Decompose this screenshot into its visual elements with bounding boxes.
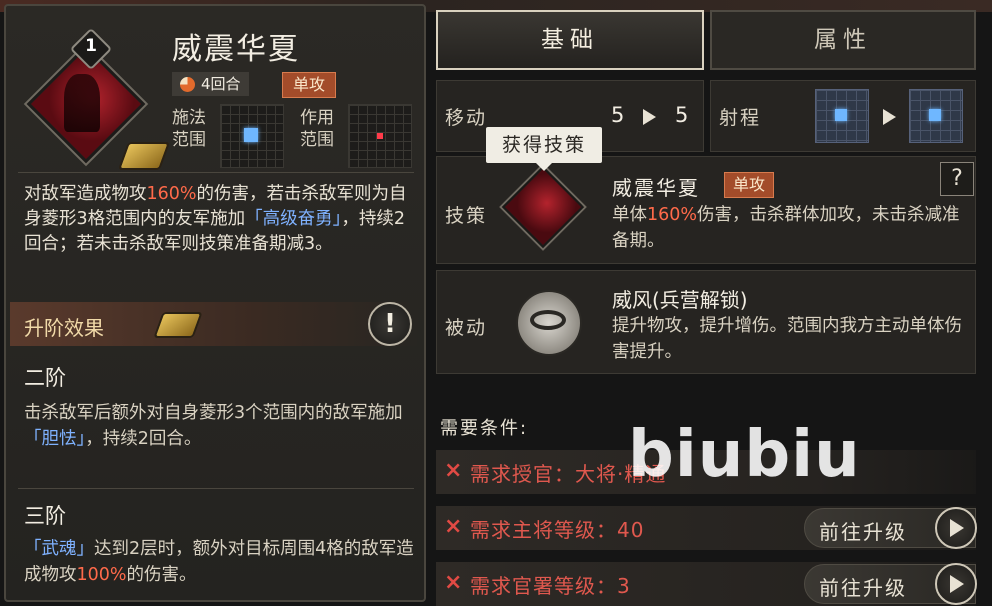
tab-basic[interactable]: 基础 <box>436 10 704 70</box>
strategy-type-badge: 单攻 <box>724 172 775 198</box>
wind-emblem-mark <box>530 310 566 330</box>
buff-link-warsoul[interactable]: 「武魂」 <box>24 539 94 559</box>
tooltip-gain-strategy: 获得技策 <box>486 127 602 171</box>
arrow-right-icon <box>643 109 656 125</box>
divider <box>18 488 414 489</box>
tier2-text: 击杀敌军后额外对自身菱形3个范围内的敌军施加 <box>24 403 403 423</box>
desc-percent: 160% <box>146 184 197 204</box>
unmet-x-icon: × <box>444 570 463 595</box>
buff-link-fear[interactable]: 「胆怯」 <box>24 429 85 449</box>
move-from: 5 <box>611 103 625 127</box>
requirements-title: 需要条件: <box>440 418 529 439</box>
cast-range-cell <box>244 128 258 142</box>
clock-icon <box>180 76 195 92</box>
goto-upgrade-button[interactable]: 前往升级 <box>804 507 977 549</box>
cast-range-grid <box>220 104 284 168</box>
goto-upgrade-button[interactable]: 前往升级 <box>804 563 977 605</box>
divider <box>18 172 414 173</box>
attack-type-badge: 单攻 <box>282 72 337 98</box>
tab-attributes[interactable]: 属性 <box>710 10 976 70</box>
tier3-title: 三阶 <box>24 504 66 528</box>
range-label: 射程 <box>719 107 762 129</box>
arrow-right-icon <box>935 507 977 549</box>
cast-range-label: 施法 范围 <box>172 108 206 150</box>
move-label: 移动 <box>445 107 488 129</box>
strategy-description: 单体160%伤害，击杀群体加攻，未击杀减准备期。 <box>612 202 962 254</box>
strategy-percent: 160% <box>647 205 698 225</box>
passive-label: 被动 <box>445 317 488 339</box>
arrow-right-icon <box>883 109 896 125</box>
level-number: 1 <box>85 36 97 56</box>
cloud-ornament-icon <box>117 142 171 170</box>
rounds-badge: 4回合 <box>172 72 249 96</box>
info-button[interactable]: ! <box>368 302 412 346</box>
range-grid-before <box>815 89 869 143</box>
watermark: biubiu <box>628 418 861 492</box>
range-cell <box>835 109 847 121</box>
tier3-percent: 100% <box>76 565 127 585</box>
goto-upgrade-label: 前往升级 <box>819 520 907 544</box>
tier2-description: 击杀敌军后额外对自身菱形3个范围内的敌军施加「胆怯」，持续2回合。 <box>24 400 416 452</box>
requirement-text: 需求官署等级：3 <box>470 574 631 598</box>
unmet-x-icon: × <box>444 514 463 539</box>
requirement-text: 需求主将等级：40 <box>470 518 645 542</box>
skill-icon-group: 1 <box>26 27 171 170</box>
tier2-text: ，持续2回合。 <box>85 429 202 449</box>
skill-description: 对敌军造成物攻160%的伤害，若击杀敌军则为自身菱形3格范围内的友军施加「高级奋… <box>24 182 416 257</box>
range-box: 射程 <box>710 80 976 152</box>
buff-link-high-courage[interactable]: 「高级奋勇」 <box>245 209 341 229</box>
strategy-title: 威震华夏 <box>612 176 700 200</box>
requirement-row: × 需求主将等级：40 前往升级 <box>436 506 977 550</box>
arrow-right-icon <box>935 563 977 605</box>
strategy-label: 技策 <box>445 205 488 227</box>
goto-upgrade-label: 前往升级 <box>819 576 907 600</box>
warrior-figure <box>64 74 100 132</box>
effect-range-cell <box>377 133 383 139</box>
strategy-text: 单体 <box>612 205 647 225</box>
passive-description: 提升物攻，提升增伤。范围内我方主动单体伤害提升。 <box>612 316 962 362</box>
upgrade-title: 升阶效果 <box>24 316 104 340</box>
help-button[interactable]: ? <box>940 162 974 196</box>
passive-title: 威风(兵营解锁) <box>612 288 748 312</box>
tier3-text: 的伤害。 <box>126 565 197 585</box>
range-grid-after <box>909 89 963 143</box>
desc-text: 对敌军造成物攻 <box>24 184 147 204</box>
effect-range-grid <box>348 104 412 168</box>
requirement-row: × 需求官署等级：3 前往升级 <box>436 562 977 606</box>
move-to: 5 <box>675 103 689 127</box>
skill-title: 威震华夏 <box>172 32 300 67</box>
skill-detail-panel: 1 威震华夏 4回合 单攻 施法 范围 作用 范围 对敌军造成物攻160%的伤害… <box>4 4 426 602</box>
range-cell <box>929 109 941 121</box>
rounds-text: 4回合 <box>201 75 241 93</box>
unmet-x-icon: × <box>444 458 463 483</box>
tier3-description: 「武魂」达到2层时，额外对目标周围4格的敌军造成物攻100%的伤害。 <box>24 536 416 588</box>
effect-range-label: 作用 范围 <box>300 108 334 150</box>
tier2-title: 二阶 <box>24 366 66 390</box>
